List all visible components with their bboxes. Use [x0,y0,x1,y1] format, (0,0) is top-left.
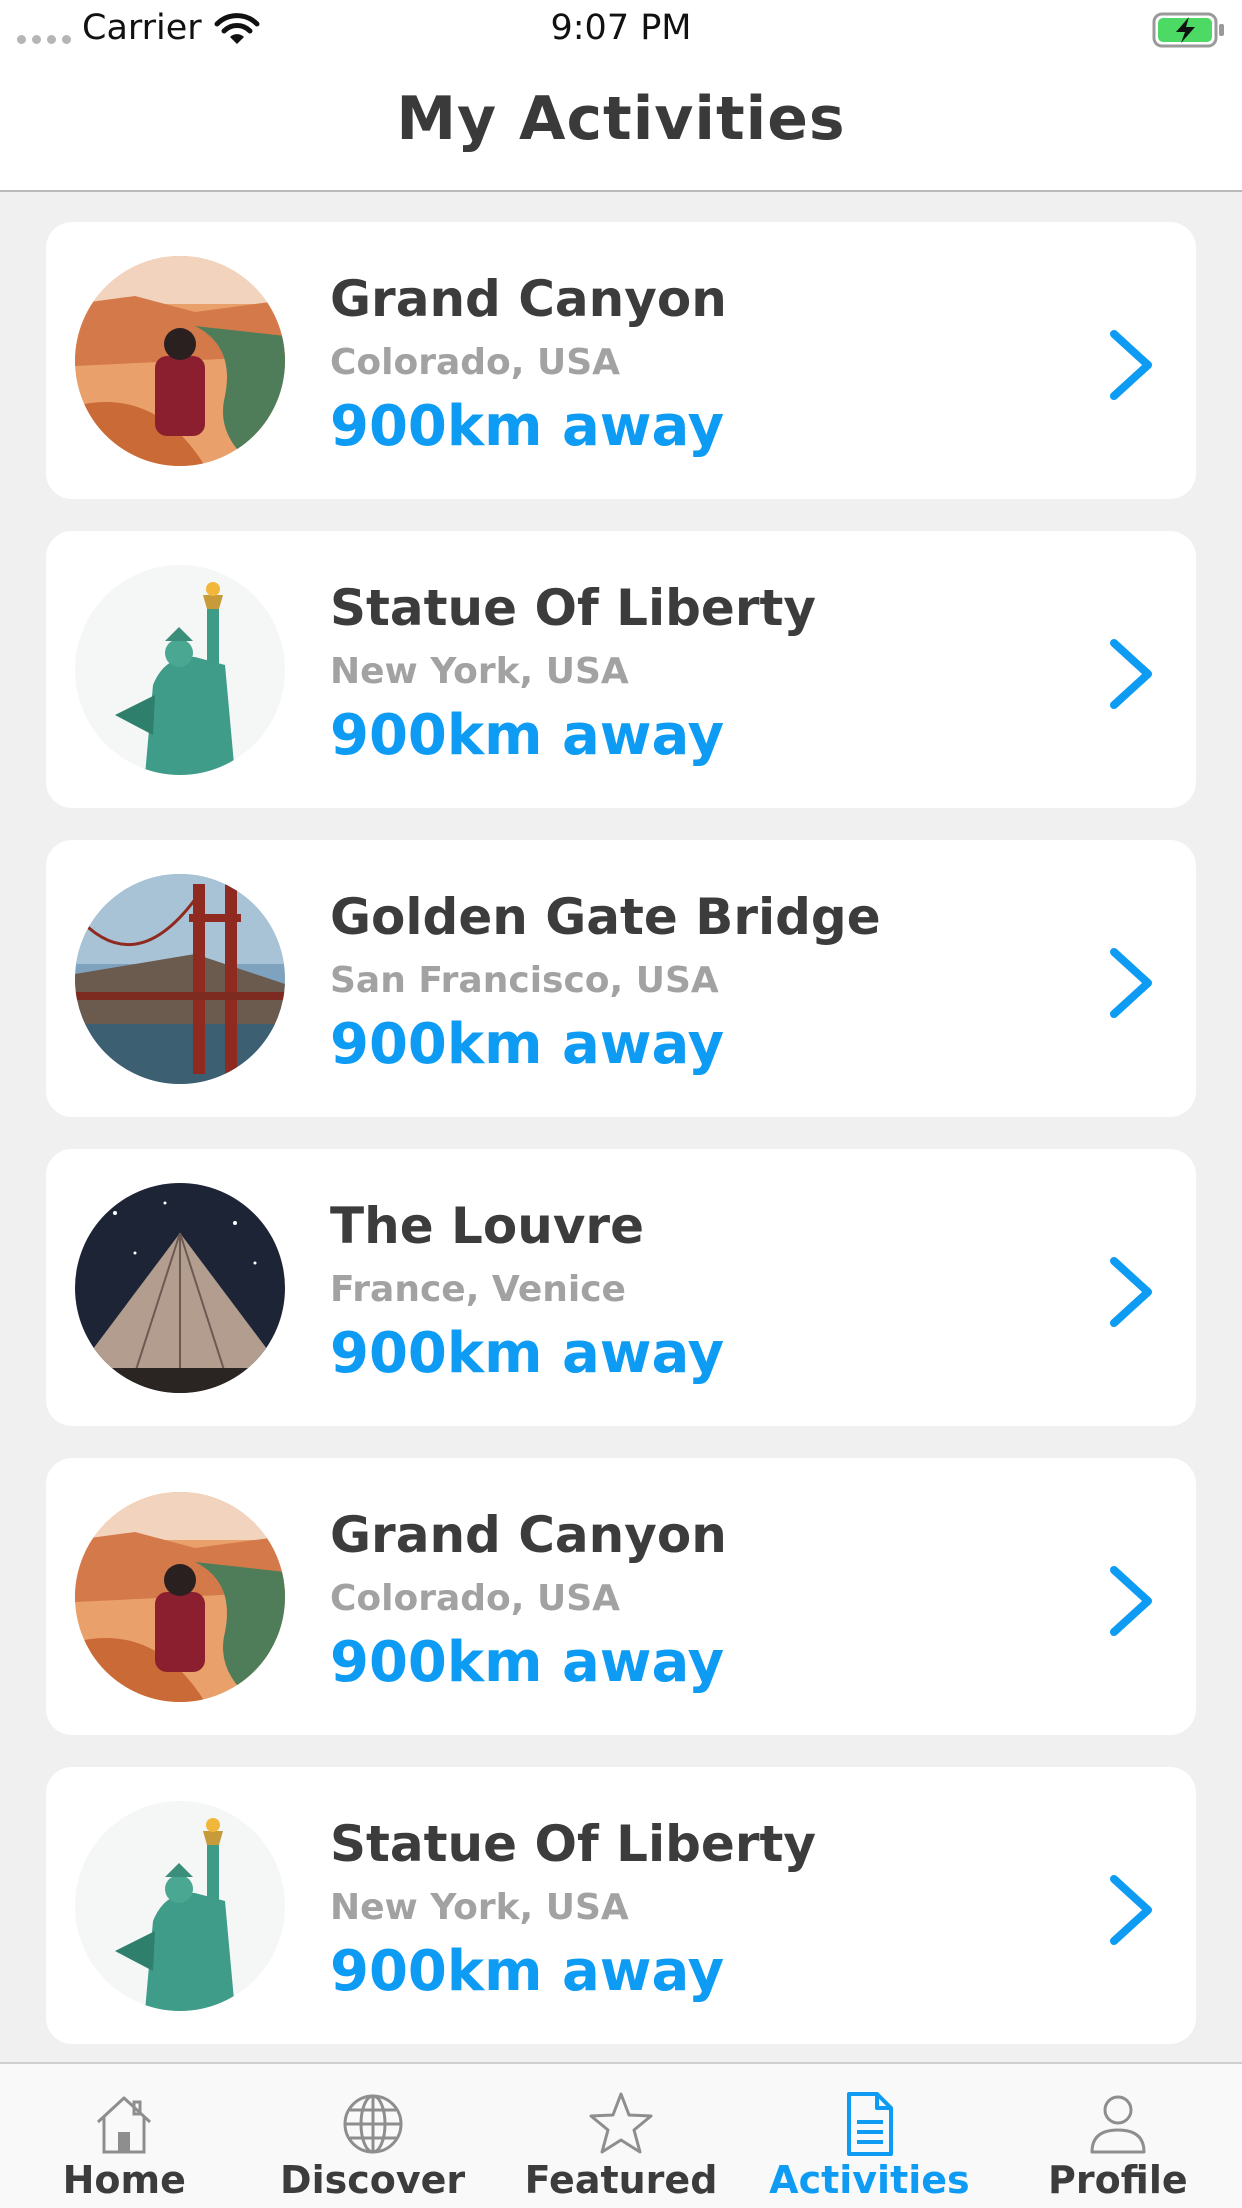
grand-canyon-image [75,256,285,466]
tab-label: Activities [769,2158,970,2202]
activity-list[interactable]: Grand Canyon Colorado, USA 900km away St… [0,192,1242,2062]
activity-location: Colorado, USA [330,342,621,383]
activity-thumbnail [75,256,285,466]
tab-label: Home [62,2158,186,2202]
page-title: My Activities [396,84,846,154]
grand-canyon-image [75,1492,285,1702]
activity-location: France, Venice [330,1269,626,1310]
activity-thumbnail [75,1492,285,1702]
activity-name: Statue Of Liberty [330,1815,816,1873]
tab-featured[interactable]: Featured [497,2064,745,2208]
chevron-right-icon[interactable] [1104,1255,1158,1329]
activity-location: Colorado, USA [330,1578,621,1619]
activity-name: The Louvre [330,1197,644,1255]
status-time: 9:07 PM [550,8,692,48]
activity-card[interactable]: Golden Gate Bridge San Francisco, USA 90… [46,840,1196,1117]
activity-distance: 900km away [330,703,725,768]
activity-thumbnail [75,874,285,1084]
activity-card[interactable]: Statue Of Liberty New York, USA 900km aw… [46,531,1196,808]
person-icon [1090,2095,1146,2154]
home-icon [97,2096,152,2154]
golden-gate-bridge-image [75,874,285,1084]
activity-card[interactable]: Statue Of Liberty New York, USA 900km aw… [46,1767,1196,2044]
tab-label: Featured [524,2158,718,2202]
star-icon [589,2092,653,2154]
navigation-bar: My Activities [0,62,1242,192]
activity-location: San Francisco, USA [330,960,719,1001]
activity-card[interactable]: The Louvre France, Venice 900km away [46,1149,1196,1426]
globe-icon [343,2094,403,2154]
document-icon [847,2092,894,2156]
activity-name: Statue Of Liberty [330,579,816,637]
statue-of-liberty-image [75,1801,285,2011]
activity-location: New York, USA [330,1887,629,1928]
tab-label: Profile [1047,2158,1188,2202]
activity-location: New York, USA [330,651,629,692]
activity-distance: 900km away [330,1012,725,1077]
activity-thumbnail [75,1801,285,2011]
statue-of-liberty-image [75,565,285,775]
battery-charging-icon [1152,12,1224,48]
activity-thumbnail [75,1183,285,1393]
activity-distance: 900km away [330,1630,725,1695]
tab-label: Discover [280,2158,466,2202]
activity-distance: 900km away [330,1321,725,1386]
tab-bar: Home Discover Featured Activities Profil… [0,2062,1242,2208]
status-bar: Carrier 9:07 PM [0,0,1242,62]
activity-name: Grand Canyon [330,270,727,328]
activity-name: Golden Gate Bridge [330,888,881,946]
activity-thumbnail [75,565,285,775]
activity-card[interactable]: Grand Canyon Colorado, USA 900km away [46,1458,1196,1735]
chevron-right-icon[interactable] [1104,946,1158,1020]
activity-distance: 900km away [330,394,725,459]
tab-discover[interactable]: Discover [248,2064,496,2208]
activity-card[interactable]: Grand Canyon Colorado, USA 900km away [46,222,1196,499]
tab-activities[interactable]: Activities [745,2064,993,2208]
chevron-right-icon[interactable] [1104,1564,1158,1638]
chevron-right-icon[interactable] [1104,637,1158,711]
activity-name: Grand Canyon [330,1506,727,1564]
activity-distance: 900km away [330,1939,725,2004]
tab-profile[interactable]: Profile [994,2064,1242,2208]
chevron-right-icon[interactable] [1104,1873,1158,1947]
the-louvre-image [75,1183,285,1393]
tab-home[interactable]: Home [0,2064,248,2208]
chevron-right-icon[interactable] [1104,328,1158,402]
